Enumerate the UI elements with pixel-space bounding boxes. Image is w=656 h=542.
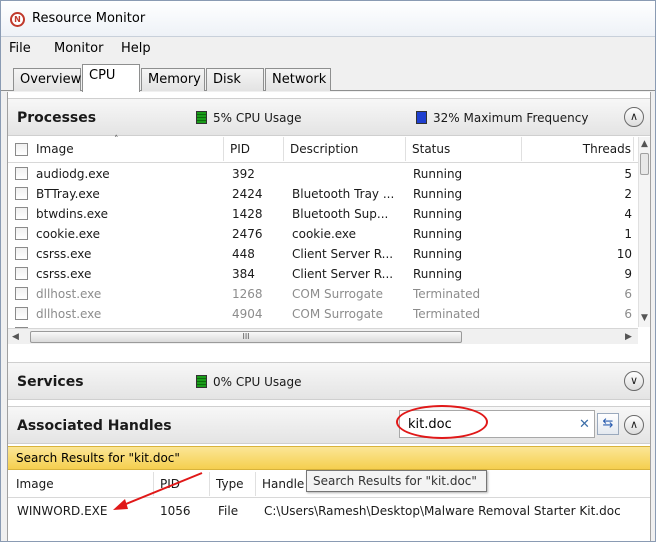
resource-monitor-window: N Resource Monitor File Monitor Help Ove… (0, 0, 656, 542)
annotation-arrow-icon (113, 472, 203, 510)
